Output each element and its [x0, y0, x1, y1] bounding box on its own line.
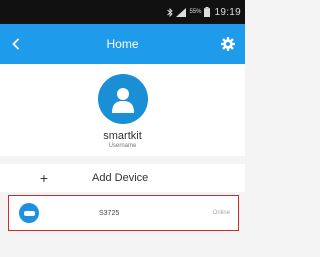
device-list-item[interactable]: S3725 Online	[8, 195, 239, 231]
status-icons: 55%	[167, 7, 211, 17]
profile-section: smartkit Username	[0, 64, 245, 156]
page-title: Home	[106, 37, 139, 51]
settings-button[interactable]	[217, 32, 239, 56]
add-device-button[interactable]: + Add Device	[0, 164, 245, 192]
plus-icon: +	[39, 170, 49, 186]
signal-icon	[176, 7, 187, 17]
avatar[interactable]	[97, 74, 148, 124]
clock: 19:19	[214, 6, 241, 18]
gear-icon	[221, 37, 235, 51]
profile-name: smartkit	[103, 130, 142, 142]
back-button[interactable]	[6, 32, 26, 56]
battery-icon	[204, 7, 211, 17]
device-icon	[19, 203, 39, 223]
add-device-label: Add Device	[92, 172, 149, 184]
user-icon	[111, 88, 134, 113]
chevron-left-icon	[12, 38, 20, 50]
bluetooth-icon	[167, 7, 174, 17]
app-bar: Home	[0, 24, 245, 64]
device-status: Online	[212, 210, 230, 216]
device-icon-bar	[23, 210, 35, 216]
device-name: S3725	[99, 209, 120, 217]
battery-percent: 55%	[189, 9, 202, 15]
status-bar: 55% 19:19	[0, 0, 245, 24]
profile-subtitle: Username	[108, 143, 137, 149]
